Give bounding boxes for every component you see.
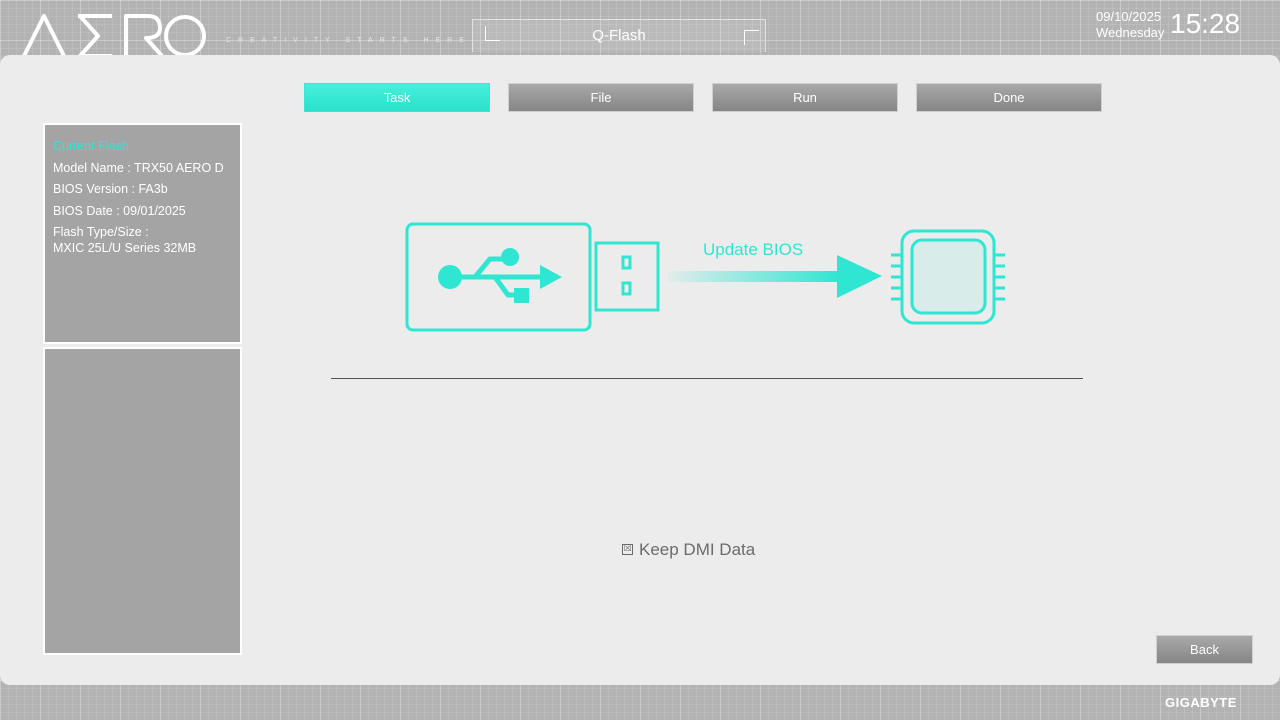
weekday-text: Wednesday [1096,25,1165,40]
tab-done[interactable]: Done [916,83,1102,112]
page-title: Q-Flash [592,27,646,44]
gigabyte-logo: GIGABYTE [1165,695,1237,710]
current-flash-heading: Current Flash [53,139,129,153]
date-text: 09/10/2025 [1096,9,1162,24]
arrow-right-icon [668,255,882,298]
tab-run[interactable]: Run [712,83,898,112]
tab-file[interactable]: File [508,83,694,112]
bios-date: BIOS Date : 09/01/2025 [53,204,186,218]
model-name: Model Name : TRX50 AERO D [53,161,224,175]
update-bios-label: Update BIOS [703,240,803,259]
date-display: 09/10/2025 Wednesday [1096,9,1164,41]
bios-version: BIOS Version : FA3b [53,182,168,196]
page-title-box: Q-Flash [472,19,766,52]
keep-dmi-label[interactable]: Keep DMI Data [639,540,755,560]
secondary-info-panel [43,347,242,655]
tagline: CREATIVITY STARTS HERE [226,37,471,44]
flash-type-value: MXIC 25L/U Series 32MB [53,241,197,255]
top-bar: CREATIVITY STARTS HERE Q-Flash 09/10/202… [0,0,1280,58]
tab-task[interactable]: Task [304,83,490,112]
usb-drive-icon [405,222,660,332]
keep-dmi-checkbox[interactable]: ☒ [622,544,633,555]
current-flash-panel: Current Flash Model Name : TRX50 AERO D … [43,123,242,344]
chip-icon [891,229,1005,325]
back-button[interactable]: Back [1156,635,1253,664]
aero-logo [22,14,206,58]
section-divider [331,378,1083,379]
flash-type-label: Flash Type/Size : [53,225,149,239]
clock: 15:28 [1170,8,1241,39]
update-bios-illustration: Update BIOS [405,222,1005,332]
